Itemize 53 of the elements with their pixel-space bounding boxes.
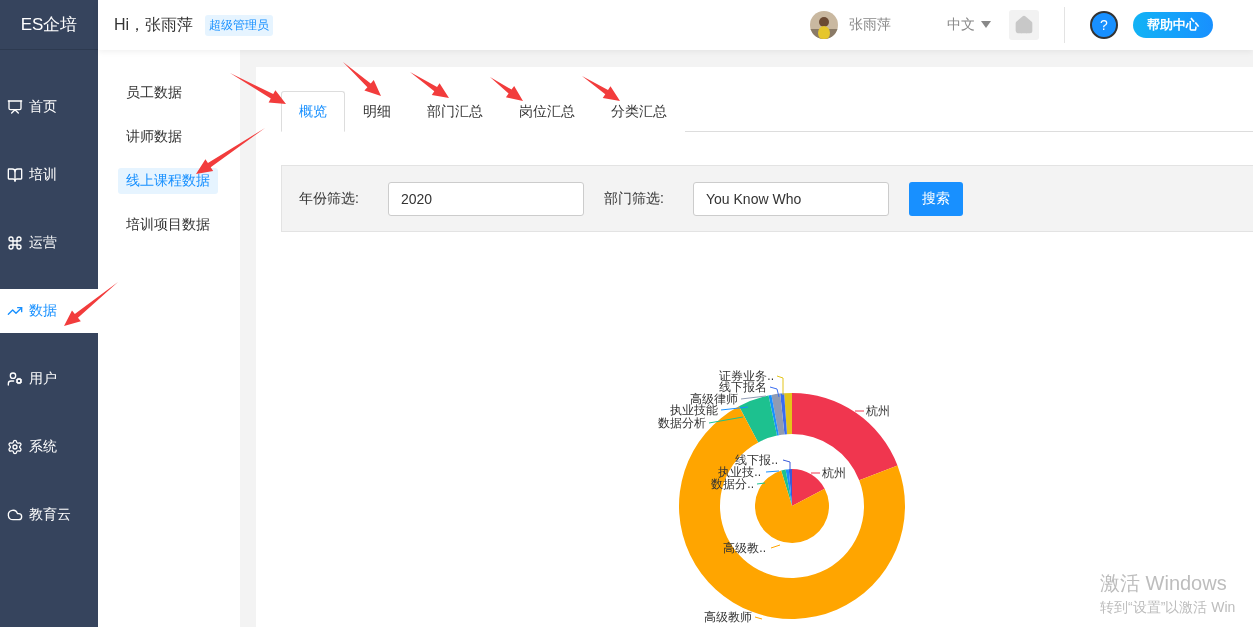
submenu-item[interactable]: 培训项目数据 (118, 212, 218, 238)
leader-line (756, 482, 766, 485)
nav-icon (7, 235, 23, 251)
nav-icon (7, 439, 23, 455)
leader-line (765, 470, 780, 473)
field-label: 年份筛选: (299, 189, 360, 208)
leader-line (782, 459, 791, 471)
activation-text: 转到“设置”以激活 Win (1100, 599, 1236, 617)
home-button[interactable] (1009, 10, 1039, 40)
slice-label: 执业技能 (670, 403, 718, 417)
nav-item[interactable]: 系统 (0, 425, 98, 469)
annotation-arrow (490, 77, 523, 101)
nav-item[interactable]: 首页 (0, 85, 98, 129)
department-field[interactable]: You Know Who (693, 181, 889, 216)
annotation-arrow (582, 76, 620, 101)
leader-line (810, 472, 821, 474)
user-name: 张雨萍 (849, 16, 891, 34)
slice-label: 高级律师 (690, 392, 738, 406)
annotation-arrow (410, 72, 449, 98)
language-select[interactable]: 中文 (947, 16, 991, 34)
nav-icon (7, 507, 23, 523)
annotation-arrow (230, 73, 286, 104)
slice-label: 高级教师 (704, 610, 752, 624)
slice-label: 高级教.. (723, 541, 766, 555)
caret-icon (981, 21, 991, 29)
slice-label: 数据分析 (658, 416, 706, 430)
greeting-text: Hi，张雨萍 (114, 14, 194, 35)
activation-title: 激活 Windows (1100, 571, 1228, 596)
nav-item[interactable]: 运营 (0, 221, 98, 265)
slice-label: 杭州 (866, 404, 890, 418)
year-field[interactable]: 2020 (388, 181, 584, 216)
nav-item[interactable]: 教育云 (0, 493, 98, 537)
field-label: 部门筛选: (604, 189, 665, 208)
nav-icon (7, 371, 23, 387)
leader-line (770, 544, 781, 549)
home-icon (1014, 15, 1034, 35)
annotation-arrow (343, 62, 381, 96)
nav-icon (7, 167, 23, 183)
slice-label: 数据分.. (711, 477, 754, 491)
nav-item[interactable]: 培训 (0, 153, 98, 197)
leader-line (754, 616, 763, 620)
slice-label: 杭州 (822, 466, 846, 480)
annotation-arrow (196, 128, 265, 174)
slice-label: 线下报.. (735, 453, 778, 467)
nav-icon (7, 99, 23, 115)
nav-item[interactable]: 用户 (0, 357, 98, 401)
role-badge: 超级管理员 (205, 14, 274, 36)
leader-line (854, 410, 865, 412)
leader-line (740, 395, 767, 400)
submenu-item[interactable]: 员工数据 (118, 80, 190, 106)
leader-line (708, 416, 744, 424)
leader-line (720, 406, 749, 411)
submenu-item[interactable]: 讲师数据 (118, 124, 190, 150)
